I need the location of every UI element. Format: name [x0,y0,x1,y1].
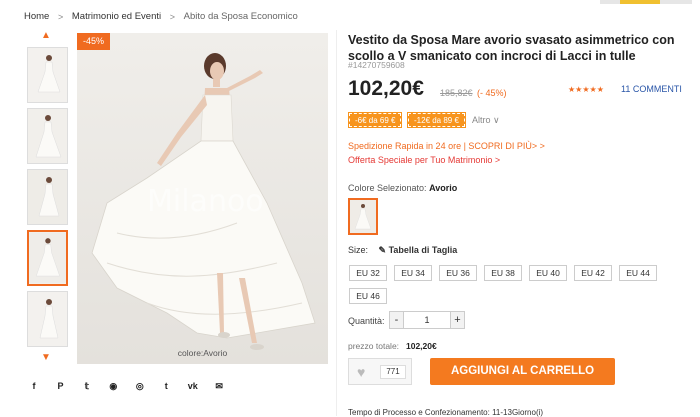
dress-thumbnail-image [28,109,67,163]
product-sku: #14270759608 [348,60,405,70]
whatsapp-icon[interactable]: ◎ [134,380,146,392]
thumbnail[interactable] [27,47,68,103]
size-chart-label: Tabella di Taglia [388,245,458,255]
watermark-logo: Milanoo [147,184,264,219]
size-option[interactable]: EU 34 [394,265,432,281]
color-selected: Colore Selezionato: Avorio [348,183,457,193]
wishlist-count: 771 [380,365,406,379]
dress-thumbnail-image [29,232,66,284]
quantity-label: Quantità: [348,316,385,326]
breadcrumb-current: Abito da Sposa Economico [183,11,298,22]
size-option[interactable]: EU 46 [349,288,387,304]
total-price-value: 102,20€ [406,341,437,351]
size-option[interactable]: EU 42 [574,265,612,281]
size-option[interactable]: EU 44 [619,265,657,281]
thumbs-down-arrow-icon[interactable]: ▼ [40,353,52,363]
dress-thumbnail-image [28,170,67,224]
size-option[interactable]: EU 40 [529,265,567,281]
tumblr-icon[interactable]: t [160,380,172,392]
image-caption: colore:Avorio [177,348,228,358]
header-decoration-accent [620,0,660,4]
thumbnail-active[interactable] [27,230,68,286]
main-product-image[interactable]: Milanoo [77,33,328,364]
color-label: Colore Selezionato: [348,183,427,193]
quantity-decrease-button[interactable]: - [390,312,404,328]
size-option[interactable]: EU 36 [439,265,477,281]
reviews-link[interactable]: 11 COMMENTI [621,84,682,94]
ruler-icon: ✎ [378,245,389,255]
breadcrumb: Home > Matrimonio ed Eventi > Abito da S… [24,11,298,22]
special-offer-link[interactable]: Offerta Speciale per Tuo Matrimonio > [348,155,500,165]
quantity-input[interactable]: 1 [404,312,450,328]
old-price: 185,82€ [440,88,473,98]
vk-icon[interactable]: vk [187,380,199,392]
column-divider [336,30,337,416]
wishlist-button[interactable]: ♥ 771 [348,358,412,385]
more-coupons-link[interactable]: Altro ∨ [472,115,500,126]
twitter-icon[interactable]: 𝕥 [81,380,93,392]
rating-stars-icon: ★★★★★ [568,85,604,94]
product-price: 102,20€ [348,77,424,100]
color-value: Avorio [429,183,458,193]
discount-badge: -45% [77,33,110,50]
thumbs-up-arrow-icon[interactable]: ▲ [40,31,52,41]
quantity-stepper: - 1 + [389,311,465,329]
heart-icon: ♥ [357,364,366,380]
shipping-link[interactable]: Spedizione Rapida in 24 ore | SCOPRI DI … [348,141,545,151]
size-row: Size: ✎ Tabella di Taglia [348,245,457,256]
breadcrumb-category[interactable]: Matrimonio ed Eventi [72,11,161,22]
top-bar [0,0,700,4]
total-price-label: prezzo totale: [348,341,400,351]
thumbnail[interactable] [27,291,68,347]
size-option[interactable]: EU 38 [484,265,522,281]
dress-photo: Milanoo [77,33,328,364]
thumbnail[interactable] [27,108,68,164]
coupon-badge[interactable]: -12€ da 89 € [407,112,466,128]
quantity-increase-button[interactable]: + [450,312,464,328]
chevron-right-icon: > [169,11,176,22]
messenger-icon[interactable]: ◉ [107,380,119,392]
swatch-image [350,200,376,233]
email-icon[interactable]: ✉ [213,380,225,392]
size-chart-link[interactable]: ✎ Tabella di Taglia [379,245,458,255]
discount-percent: (- 45%) [477,88,507,98]
dress-thumbnail-image [28,48,67,102]
pinterest-icon[interactable]: P [54,380,66,392]
breadcrumb-home[interactable]: Home [24,11,49,22]
size-option[interactable]: EU 32 [349,265,387,281]
add-to-cart-button[interactable]: AGGIUNGI AL CARRELLO [430,358,615,385]
thumbnail[interactable] [27,169,68,225]
chevron-right-icon: > [57,11,64,22]
dress-thumbnail-image [28,292,67,346]
coupon-badge[interactable]: -6€ da 69 € [347,112,403,128]
social-share-bar: f P 𝕥 ◉ ◎ t vk ✉ [28,376,235,391]
facebook-icon[interactable]: f [28,380,40,392]
size-label: Size: [348,245,369,255]
color-swatch-avorio[interactable] [348,198,378,235]
